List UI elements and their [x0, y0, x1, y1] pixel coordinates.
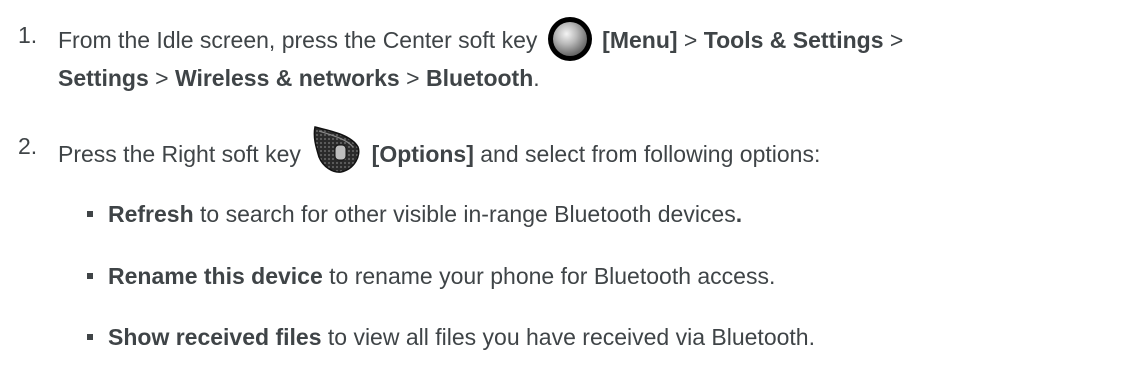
step-1-number: 1. [18, 22, 38, 48]
show-received-files-term: Show received files [108, 324, 322, 350]
step-1-line-2: Settings > Wireless & networks > Bluetoo… [58, 65, 540, 91]
bullet-icon [87, 273, 93, 279]
list-item: Show received files to view all files yo… [0, 322, 1127, 352]
list-item: Refresh to search for other visible in-r… [0, 199, 1127, 229]
step-2-suffix: and select from following options: [473, 141, 821, 168]
right-soft-key-icon [311, 125, 361, 175]
refresh-term: Refresh [108, 201, 194, 227]
step-1-prefix: From the Idle screen, press the Center s… [58, 27, 538, 54]
step-2-number: 2. [18, 133, 38, 159]
bullet-icon [87, 211, 93, 217]
bluetooth-label: Bluetooth [425, 65, 534, 91]
rename-device-term: Rename this device [108, 263, 323, 289]
tools-settings-label: Tools & Settings [703, 27, 884, 54]
options-label: [Options] [371, 141, 474, 168]
step-2-prefix: Press the Right soft key [58, 141, 301, 168]
bullet-icon [87, 334, 93, 340]
settings-label: Settings [58, 65, 149, 91]
wireless-networks-label: Wireless & networks [174, 65, 400, 91]
center-soft-key-icon [547, 17, 592, 61]
menu-label: [Menu] [602, 27, 678, 54]
list-item: Rename this device to rename your phone … [0, 261, 1127, 291]
step-1-line-1: 1. From the Idle screen, press the Cente… [0, 17, 1127, 61]
step-2-line: 2. Press the Right soft key [Options] an [0, 126, 1127, 173]
